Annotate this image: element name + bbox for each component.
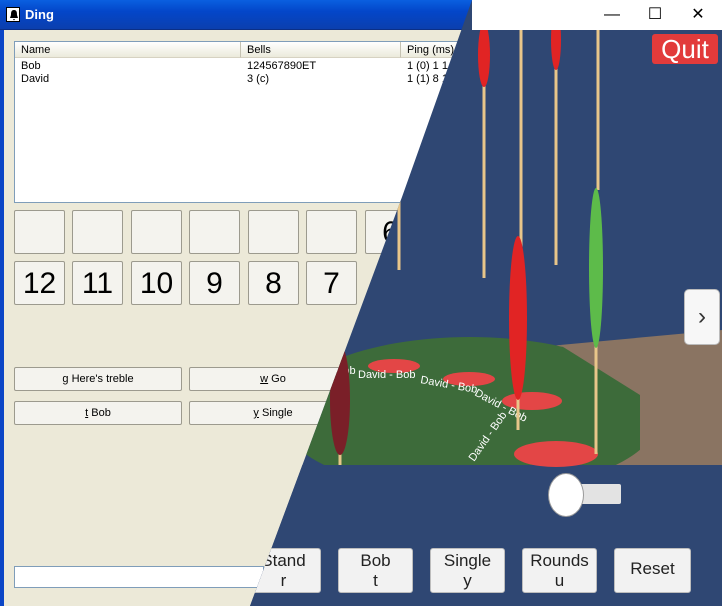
bell-button[interactable]: [72, 210, 123, 254]
button-label: Bob: [360, 551, 391, 570]
shortcut-key: w: [260, 373, 269, 385]
window-frame: [0, 30, 4, 606]
message-input[interactable]: [14, 566, 264, 588]
row-bells: 124567890ET: [247, 60, 317, 72]
bob-button[interactable]: Bob t: [338, 548, 413, 593]
button-label: Single: [258, 407, 293, 419]
column-header-bells[interactable]: Bells: [241, 42, 401, 58]
bob-button[interactable]: t Bob: [14, 401, 182, 425]
bell-button[interactable]: [131, 210, 182, 254]
heres-treble-button[interactable]: g Here's treble: [14, 367, 182, 391]
bell-icon: [6, 7, 20, 22]
row-name[interactable]: Bob: [21, 60, 41, 73]
bell-button-10[interactable]: 10: [131, 261, 182, 305]
button-label: Here's treble: [68, 373, 134, 385]
bell-button[interactable]: [306, 210, 357, 254]
sally-red: [509, 236, 527, 400]
maximize-icon[interactable]: ☐: [633, 4, 677, 26]
quit-button[interactable]: Quit: [652, 34, 718, 64]
button-label: Reset: [630, 559, 675, 578]
chevron-right-icon[interactable]: ›: [684, 289, 720, 345]
shortcut-key: y: [463, 571, 472, 590]
bell-button-7[interactable]: 7: [306, 261, 357, 305]
volume-slider-handle[interactable]: [548, 473, 584, 517]
sally-red: [478, 23, 490, 87]
mat: [514, 441, 598, 467]
bell-button-8[interactable]: 8: [248, 261, 299, 305]
single-button[interactable]: Single y: [430, 548, 505, 593]
bell-button-11[interactable]: 11: [72, 261, 123, 305]
button-label: Single: [443, 551, 492, 570]
bell-button-9[interactable]: 9: [189, 261, 240, 305]
column-header-name[interactable]: Name: [15, 42, 241, 58]
rounds-button[interactable]: Rounds u: [522, 548, 597, 593]
row-ping: 1 (1) 8 1: [407, 73, 448, 85]
bell-button[interactable]: [14, 210, 65, 254]
button-label: Rounds: [530, 551, 589, 570]
minimize-icon[interactable]: —: [590, 4, 634, 26]
bell-button[interactable]: [248, 210, 299, 254]
button-label: Go: [268, 373, 286, 385]
window-title: Ding: [25, 7, 54, 22]
bell-button-12[interactable]: 12: [14, 261, 65, 305]
row-ping: 1 (0) 1 1: [407, 60, 448, 72]
shortcut-key: u: [554, 571, 565, 590]
close-icon[interactable]: ✕: [676, 4, 720, 26]
sally-green: [589, 188, 603, 348]
row-name[interactable]: David: [21, 73, 49, 86]
button-label: Bob: [88, 407, 111, 419]
shortcut-key: t: [373, 571, 378, 590]
row-bells: 3 (c): [247, 73, 269, 85]
reset-button[interactable]: Reset: [614, 548, 691, 593]
bell-button[interactable]: [189, 210, 240, 254]
mat-label: David - Bob: [358, 369, 415, 381]
ringers-list[interactable]: Name Bells Ping (ms) Bob 124567890ET 1 (…: [14, 41, 475, 203]
